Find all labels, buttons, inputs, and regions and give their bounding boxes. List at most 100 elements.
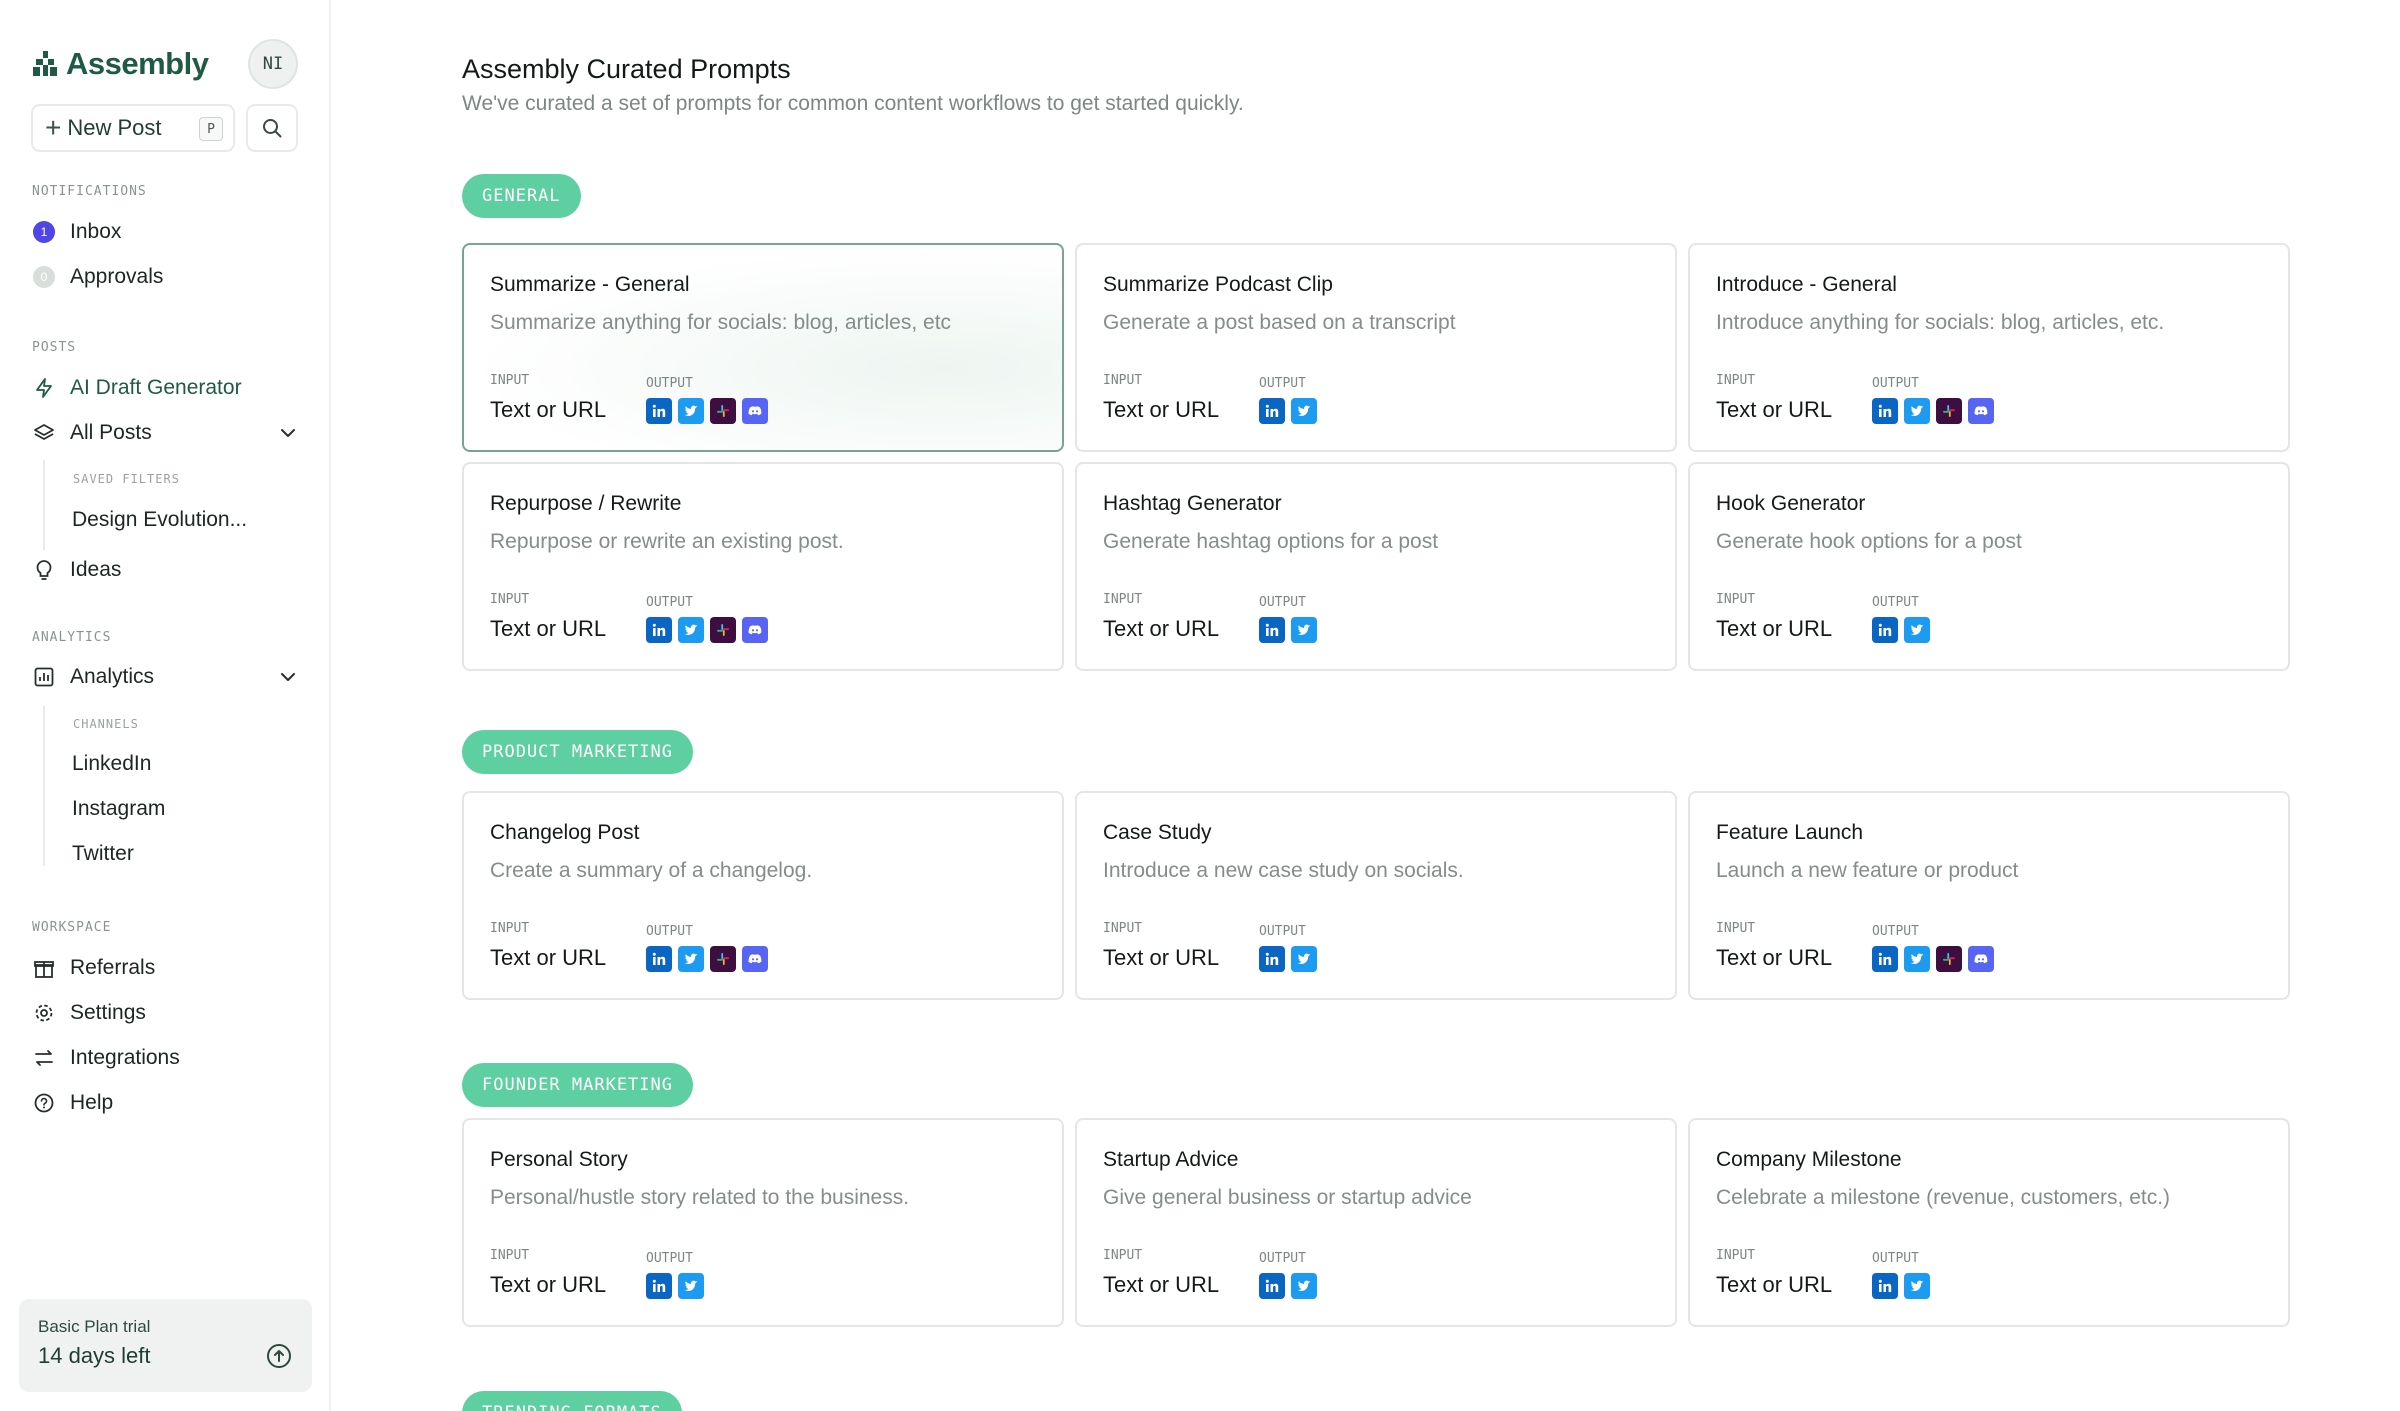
input-label: INPUT [1103, 373, 1143, 388]
linkedin-icon [646, 617, 672, 643]
arrows-swap-icon [35, 1050, 53, 1066]
new-post-button[interactable]: + New Post P [31, 104, 235, 152]
sidebar-item-analytics[interactable]: Analytics [32, 659, 154, 695]
twitter-icon [1291, 946, 1317, 972]
output-channels [646, 946, 768, 972]
shortcut-badge: P [199, 117, 223, 141]
input-value: Text or URL [490, 1272, 607, 1297]
upgrade-arrow-icon[interactable] [266, 1343, 292, 1369]
brand[interactable]: Assembly [32, 46, 209, 82]
assembly-logo-icon [33, 51, 57, 76]
output-channels [1872, 1273, 1930, 1299]
prompt-card[interactable]: Summarize - General Summarize anything fo… [462, 243, 1064, 452]
prompt-card[interactable]: Startup Advice Give general business or s… [1075, 1118, 1677, 1327]
inbox-count-badge: 1 [33, 221, 55, 243]
prompt-card[interactable]: Introduce - General Introduce anything fo… [1688, 243, 2290, 452]
input-value: Text or URL [1103, 1272, 1220, 1297]
input-value: Text or URL [490, 397, 607, 422]
sidebar-item-label: Inbox [70, 220, 122, 243]
new-post-label: New Post [67, 115, 162, 140]
trial-banner[interactable]: Basic Plan trial 14 days left [19, 1299, 312, 1392]
chevron-down-icon[interactable] [278, 423, 298, 443]
twitter-icon [1904, 1273, 1930, 1299]
prompt-card[interactable]: Repurpose / Rewrite Repurpose or rewrite … [462, 462, 1064, 671]
sidebar-item-integrations[interactable]: Integrations [32, 1040, 180, 1076]
prompt-card[interactable]: Hashtag Generator Generate hashtag option… [1075, 462, 1677, 671]
card-title: Hashtag Generator [1103, 492, 1282, 515]
sidebar: Assembly NI + New Post P NOTIFICATIONS 1… [0, 0, 331, 1411]
channel-item-instagram[interactable]: Instagram [72, 797, 165, 821]
trial-title: Basic Plan trial [38, 1317, 151, 1336]
sidebar-item-help[interactable]: Help [32, 1085, 113, 1121]
sidebar-item-settings[interactable]: Settings [32, 995, 146, 1031]
twitter-icon [1291, 398, 1317, 424]
twitter-icon [1904, 398, 1930, 424]
discord-icon [1968, 946, 1994, 972]
sidebar-item-ai-draft-generator[interactable]: AI Draft Generator [32, 370, 242, 406]
card-description: Launch a new feature or product [1716, 859, 2019, 882]
input-label: INPUT [1716, 921, 1756, 936]
output-channels [1259, 1273, 1317, 1299]
sidebar-item-label: Integrations [70, 1046, 180, 1069]
prompt-card[interactable]: Personal Story Personal/hustle story rela… [462, 1118, 1064, 1327]
category-pill-trending-formats[interactable]: TRENDING FORMATS [462, 1391, 682, 1411]
prompt-card[interactable]: Changelog Post Create a summary of a chan… [462, 791, 1064, 1000]
discord-icon [1968, 398, 1994, 424]
slack-icon [1936, 946, 1962, 972]
category-pill-founder-marketing[interactable]: FOUNDER MARKETING [462, 1063, 693, 1107]
output-label: OUTPUT [646, 376, 693, 391]
sidebar-item-ideas[interactable]: Ideas [32, 552, 121, 588]
twitter-icon [1291, 617, 1317, 643]
linkedin-icon [1259, 617, 1285, 643]
input-value: Text or URL [1103, 397, 1220, 422]
card-title: Personal Story [490, 1148, 628, 1171]
search-button[interactable] [246, 104, 298, 152]
sidebar-item-label: Referrals [70, 956, 156, 979]
prompt-card[interactable]: Feature Launch Launch a new feature or pr… [1688, 791, 2290, 1000]
sidebar-item-inbox[interactable]: 1 Inbox [32, 214, 121, 250]
input-value: Text or URL [1716, 1272, 1833, 1297]
twitter-icon [1291, 1273, 1317, 1299]
prompt-card[interactable]: Case Study Introduce a new case study on … [1075, 791, 1677, 1000]
sidebar-item-approvals[interactable]: 0 Approvals [32, 259, 163, 295]
category-pill-product-marketing[interactable]: PRODUCT MARKETING [462, 730, 693, 774]
input-value: Text or URL [490, 616, 607, 641]
output-channels [646, 398, 768, 424]
slack-icon [1936, 398, 1962, 424]
discord-icon [742, 617, 768, 643]
output-label: OUTPUT [646, 924, 693, 939]
channel-item-twitter[interactable]: Twitter [72, 842, 134, 866]
chevron-down-icon[interactable] [278, 667, 298, 687]
channel-item-linkedin[interactable]: LinkedIn [72, 752, 151, 776]
category-pill-general[interactable]: GENERAL [462, 174, 581, 218]
input-label: INPUT [490, 1248, 530, 1263]
input-value: Text or URL [1716, 616, 1833, 641]
prompt-card[interactable]: Company Milestone Celebrate a milestone (… [1688, 1118, 2290, 1327]
input-label: INPUT [1716, 592, 1756, 607]
twitter-icon [1904, 617, 1930, 643]
saved-filter-item[interactable]: Design Evolution... [72, 508, 247, 532]
input-label: INPUT [490, 921, 530, 936]
avatar[interactable]: NI [248, 39, 298, 89]
sidebar-item-referrals[interactable]: Referrals [32, 950, 155, 986]
prompt-card[interactable]: Hook Generator Generate hook options for … [1688, 462, 2290, 671]
card-title: Summarize - General [490, 273, 690, 296]
brand-name: Assembly [66, 46, 209, 81]
card-title: Repurpose / Rewrite [490, 492, 682, 515]
plus-icon: + [45, 112, 62, 143]
twitter-icon [1904, 946, 1930, 972]
linkedin-icon [1259, 1273, 1285, 1299]
discord-icon [742, 946, 768, 972]
output-label: OUTPUT [1872, 595, 1919, 610]
trial-days: 14 days left [38, 1343, 151, 1368]
output-label: OUTPUT [646, 1251, 693, 1266]
sidebar-item-all-posts[interactable]: All Posts [32, 415, 152, 451]
output-channels [1872, 946, 1994, 972]
notifications-section-label: NOTIFICATIONS [32, 184, 147, 199]
output-label: OUTPUT [1259, 595, 1306, 610]
help-circle-icon [34, 1093, 54, 1113]
prompt-card[interactable]: Summarize Podcast Clip Generate a post ba… [1075, 243, 1677, 452]
workspace-section-label: WORKSPACE [32, 920, 112, 935]
linkedin-icon [646, 1273, 672, 1299]
input-label: INPUT [1716, 373, 1756, 388]
